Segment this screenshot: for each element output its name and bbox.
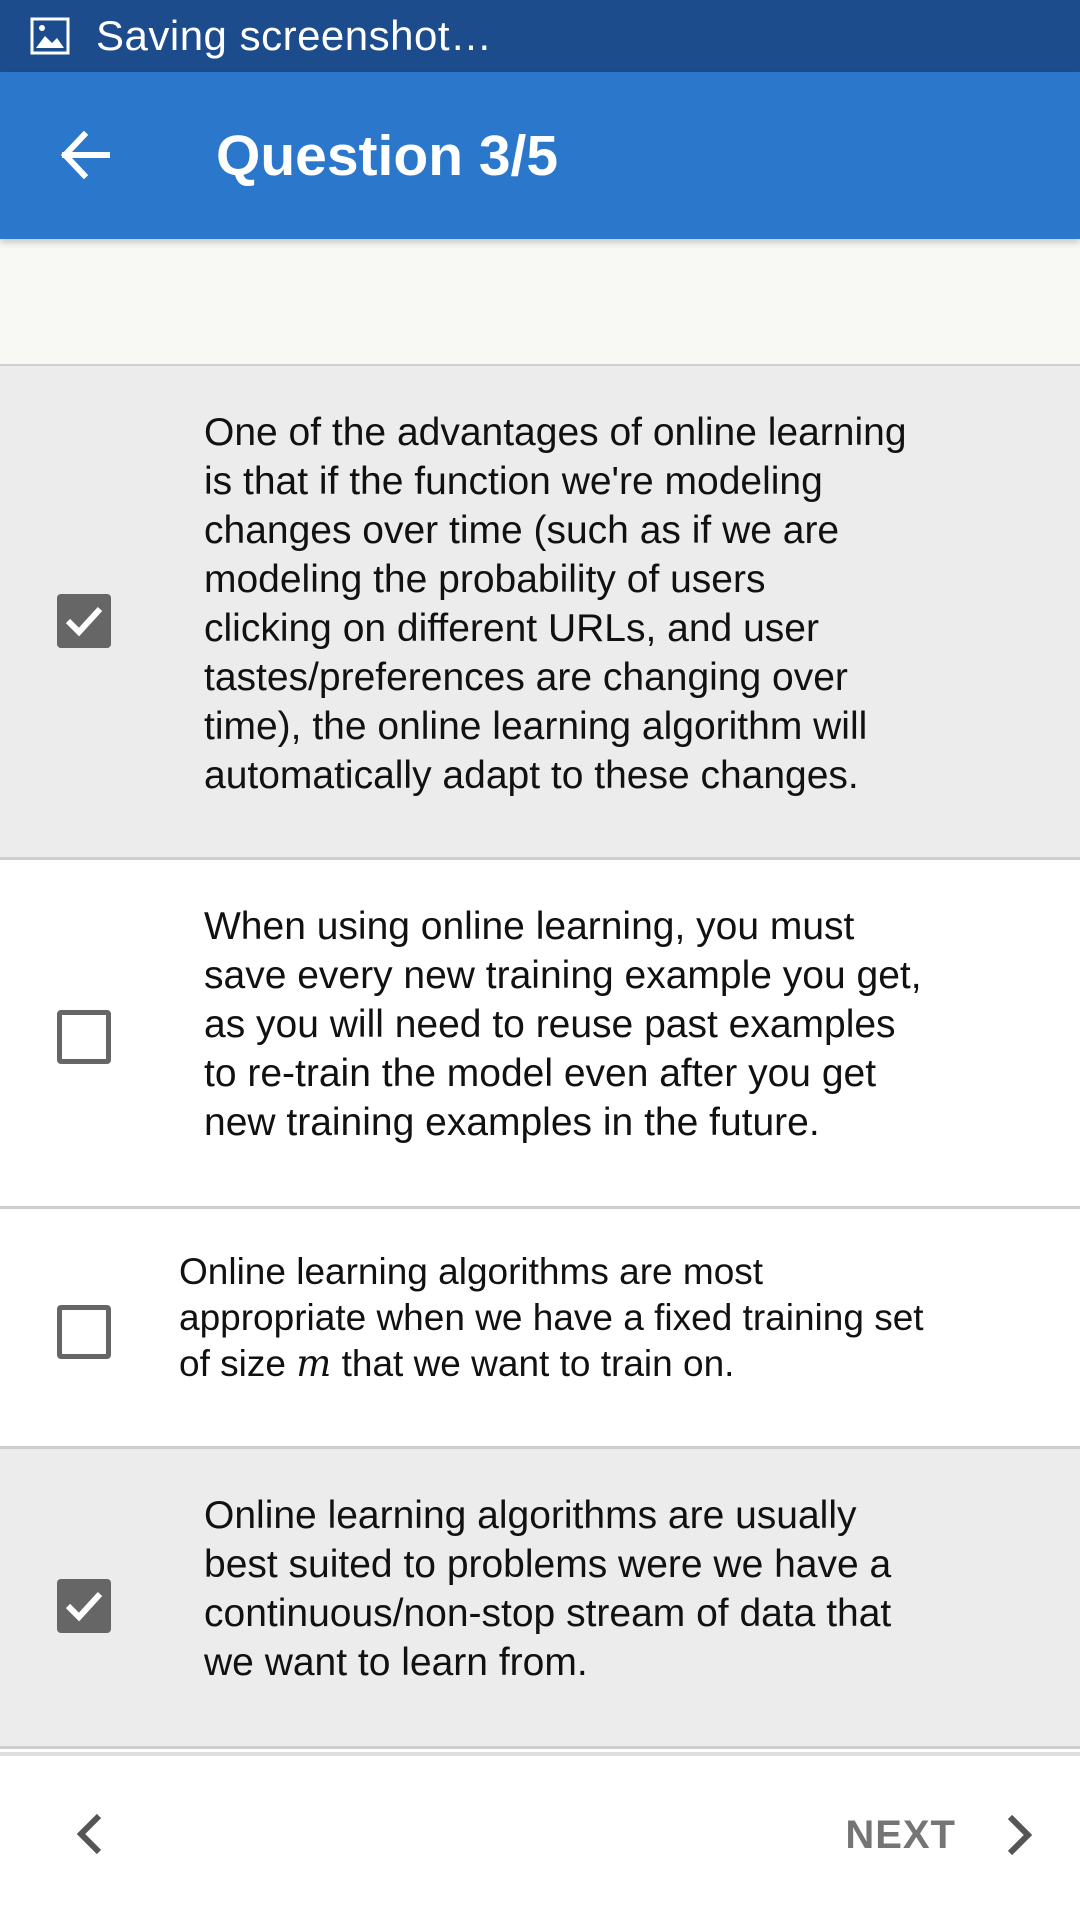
app-bar: Question 3/5 [0,72,1080,239]
answer-option-2[interactable]: When using online learning, you must sav… [0,860,1080,1209]
checkbox-unchecked[interactable] [57,1305,111,1359]
next-label: NEXT [845,1812,956,1857]
options-list: One of the advantages of online learning… [0,366,1080,1749]
status-bar: Saving screenshot… [0,0,1080,72]
option-text-part: that we want to train on. [331,1343,735,1384]
previous-button[interactable] [60,1804,120,1864]
math-variable: m [296,1342,332,1385]
back-button[interactable] [52,122,118,188]
page-title: Question 3/5 [216,124,559,188]
chevron-left-icon [76,1813,102,1855]
option-text: Online learning algorithms are most appr… [179,1249,924,1387]
question-area [0,239,1080,366]
answer-option-1[interactable]: One of the advantages of online learning… [0,366,1080,860]
option-text: Online learning algorithms are usually b… [204,1494,892,1684]
answer-option-3[interactable]: Online learning algorithms are most appr… [0,1209,1080,1449]
checkbox-checked[interactable] [57,1579,111,1633]
next-button[interactable]: NEXT [845,1800,1034,1870]
image-icon [30,17,70,55]
arrow-left-icon [60,130,110,180]
answer-option-4[interactable]: Online learning algorithms are usually b… [0,1449,1080,1749]
status-text: Saving screenshot… [96,12,493,59]
chevron-right-icon [1007,1814,1033,1856]
checkmark-icon [65,606,103,637]
bottom-navigation: NEXT [0,1752,1080,1920]
checkbox-checked[interactable] [57,594,111,648]
checkmark-icon [65,1591,103,1622]
checkbox-unchecked[interactable] [57,1010,111,1064]
option-text: One of the advantages of online learning… [204,411,907,797]
option-text: When using online learning, you must sav… [204,905,922,1144]
